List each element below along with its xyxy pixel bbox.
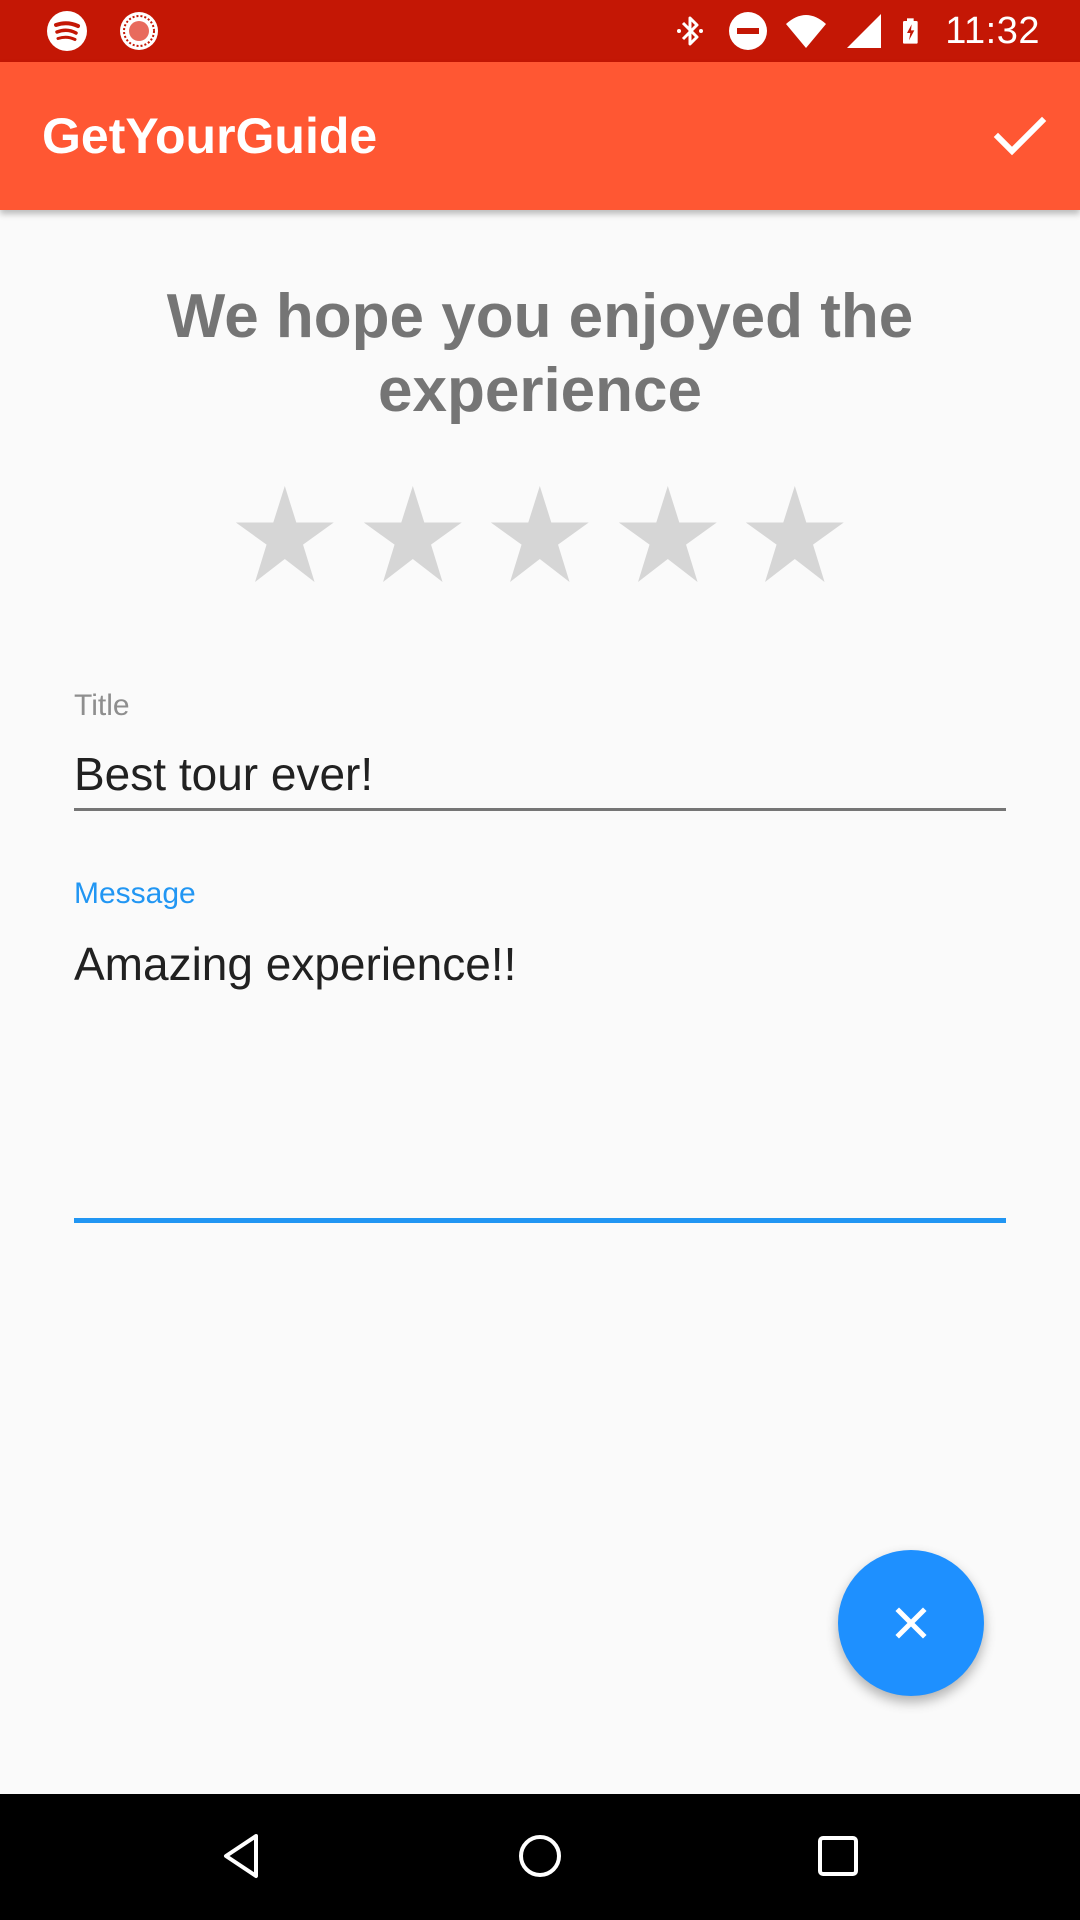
star-icon-2[interactable] [360,480,466,590]
screen: 11:32 GetYourGuide We hope you enjoyed t… [0,0,1080,1920]
star-icon-1[interactable] [232,480,338,590]
wifi-icon [786,15,827,48]
message-field-underline [74,1218,1006,1223]
message-field[interactable]: Amazing experience!! [74,936,516,992]
home-icon[interactable] [508,1824,572,1888]
title-field-underline [74,808,1006,811]
star-icon-5[interactable] [742,480,848,590]
spotify-icon [47,11,87,51]
status-time: 11:32 [945,10,1040,52]
rec-icon [120,12,158,50]
status-bar-left [46,10,160,52]
star-icon-4[interactable] [615,480,721,590]
title-field-label: Title [74,689,130,722]
status-bar: 11:32 [0,0,1080,62]
review-heading: We hope you enjoyed the experience [166,282,914,425]
title-field[interactable]: Best tour ever! [74,746,373,802]
close-icon [895,1607,927,1639]
check-icon[interactable] [990,106,1050,166]
do-not-disturb-icon [729,12,768,50]
back-icon[interactable] [210,1824,274,1888]
bluetooth-icon [677,16,704,46]
recents-icon[interactable] [806,1824,870,1888]
message-field-label: Message [74,877,196,910]
signal-icon [847,14,882,48]
app-bar: GetYourGuide [0,62,1080,210]
navigation-bar [0,1794,1080,1920]
close-fab-button[interactable] [838,1550,984,1696]
star-rating[interactable] [232,480,848,590]
app-title: GetYourGuide [42,108,378,164]
star-icon-3[interactable] [487,480,593,590]
battery-charging-icon [903,18,918,44]
status-bar-right: 11:32 [669,8,1040,54]
